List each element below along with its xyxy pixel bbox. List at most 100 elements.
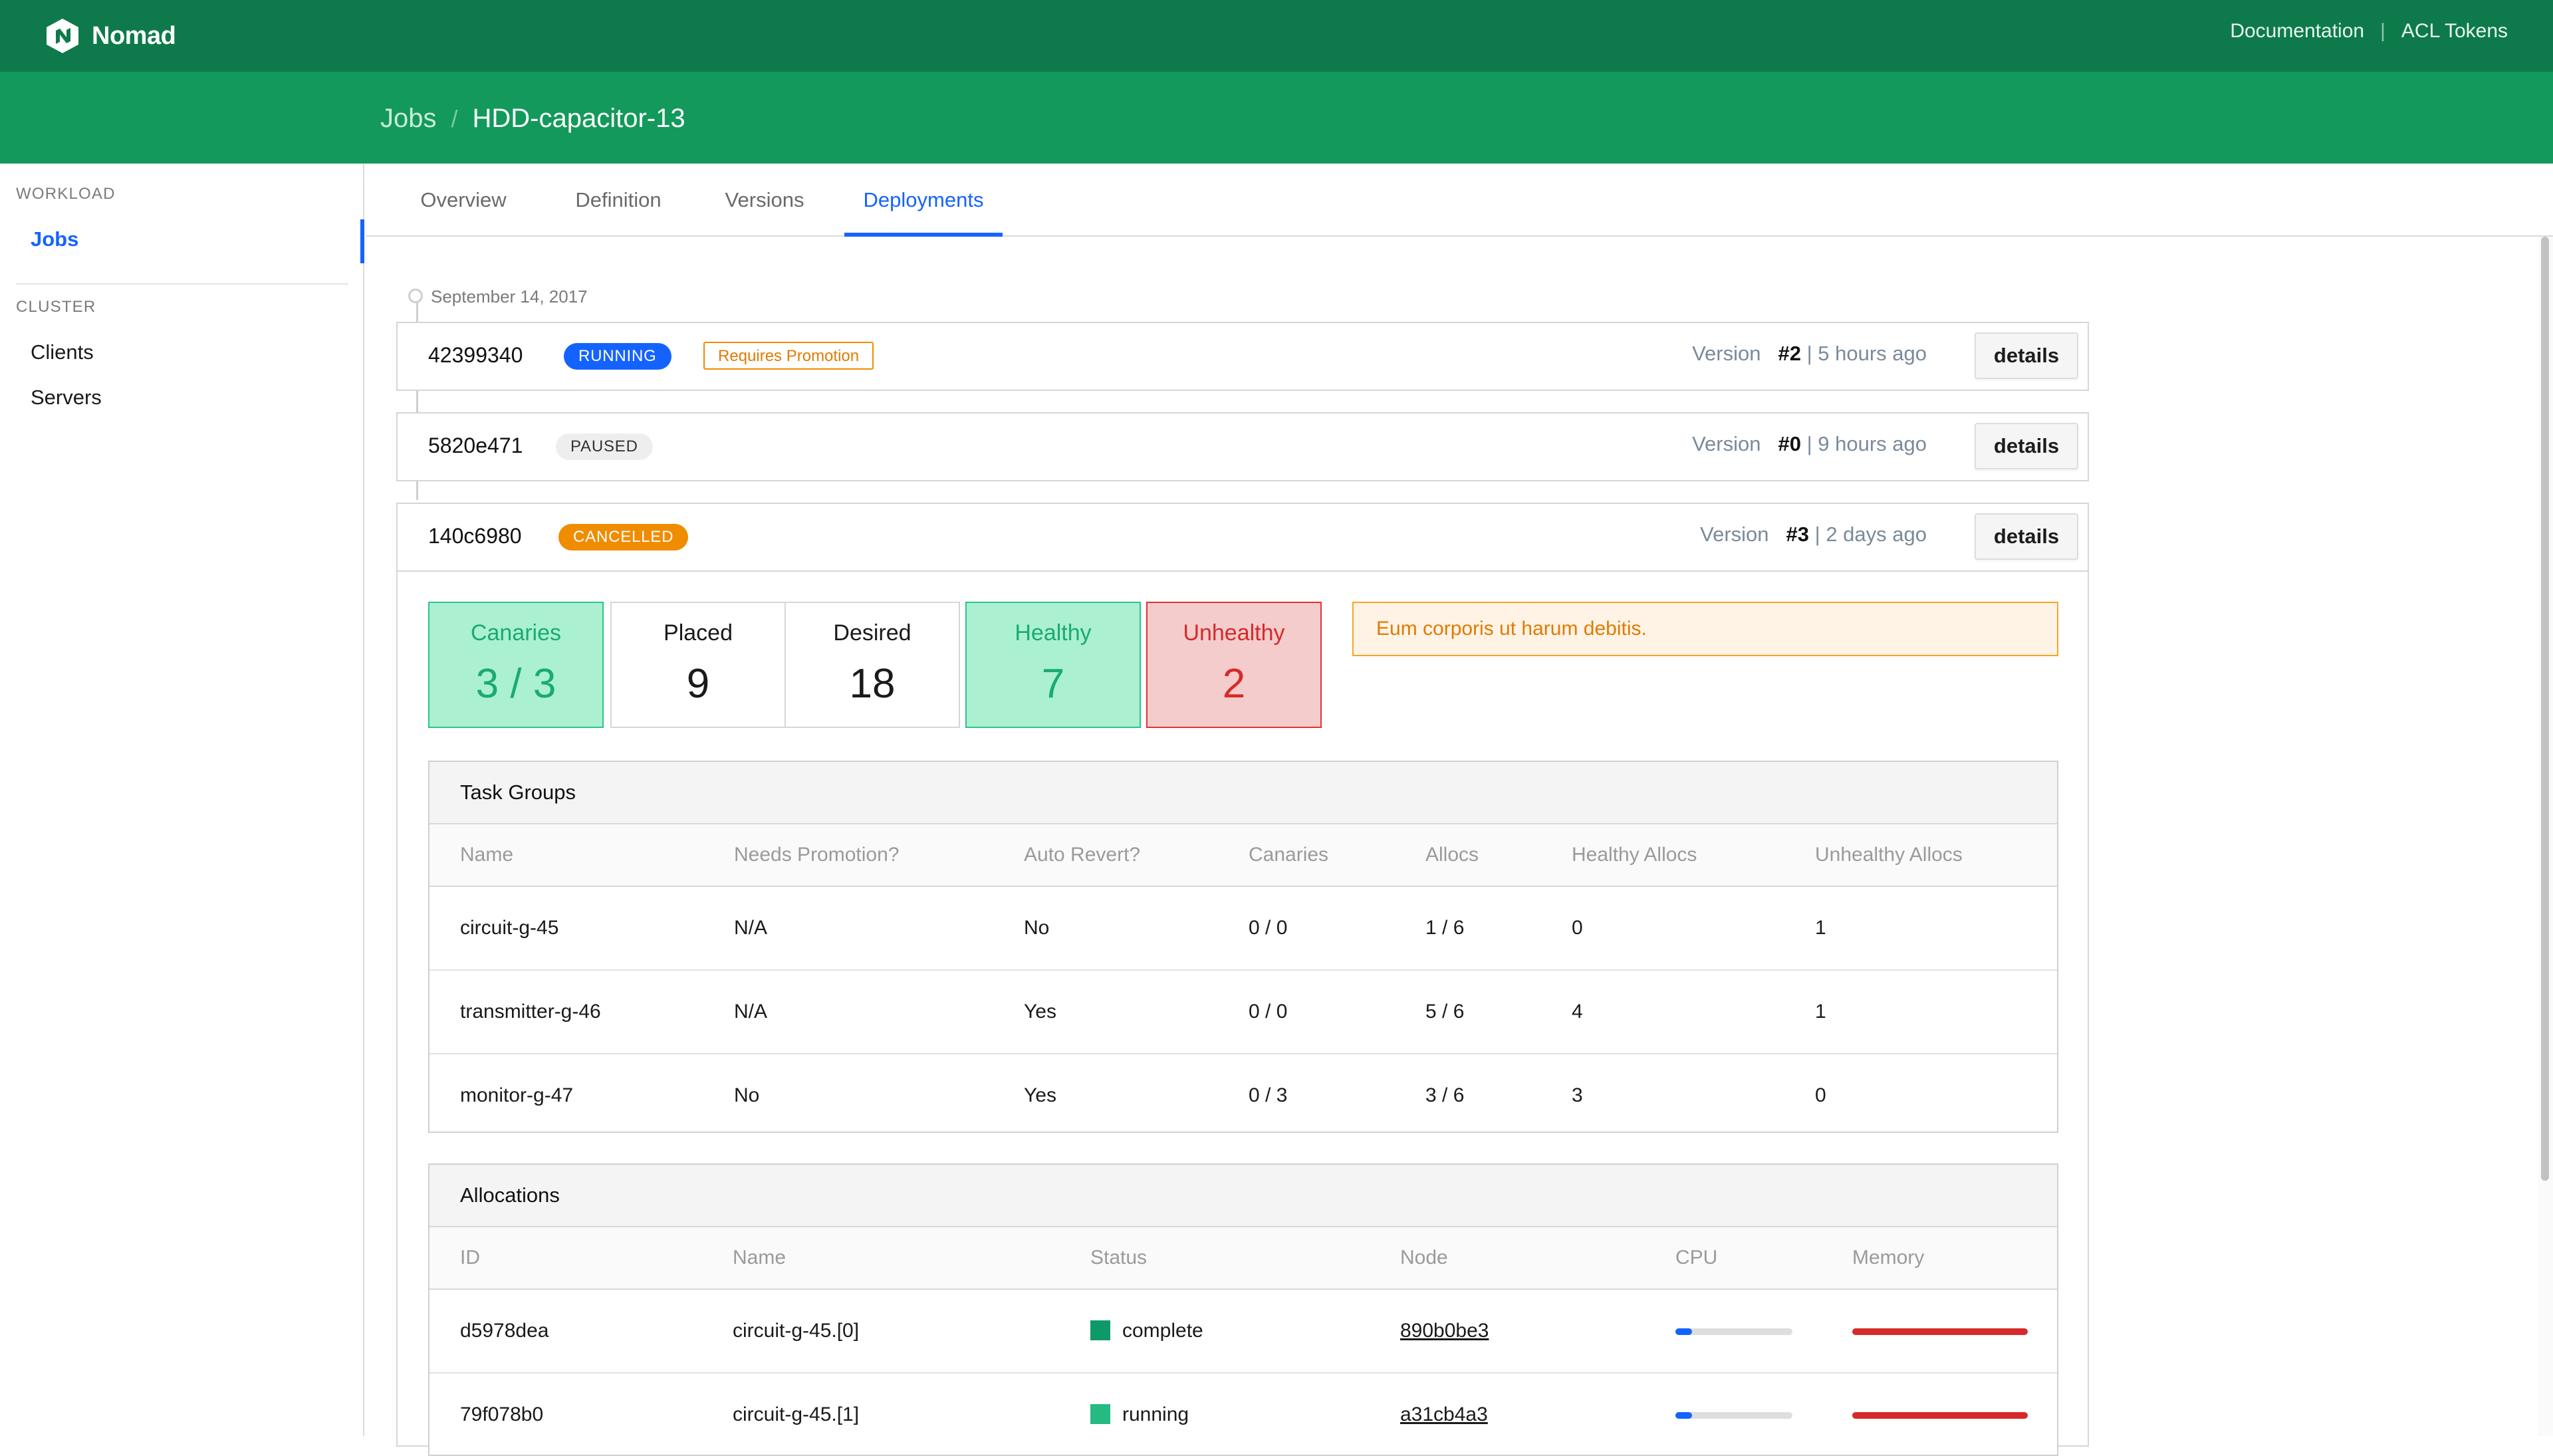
- deployment-notice: Eum corporis ut harum debitis.: [1352, 602, 2058, 656]
- cell-allocs: 3 / 6: [1425, 1084, 1465, 1106]
- column-header[interactable]: Unhealthy Allocs: [1815, 824, 1963, 886]
- column-header[interactable]: Memory: [1852, 1227, 1924, 1288]
- cell-healthy-allocs: 0: [1572, 917, 1583, 939]
- breadcrumb-job-name[interactable]: HDD-capacitor-13: [473, 104, 685, 134]
- status-badge: CANCELLED: [558, 524, 689, 550]
- column-header[interactable]: Allocs: [1425, 824, 1479, 886]
- details-button[interactable]: details: [1975, 423, 2078, 469]
- metric-canaries: Canaries 3 / 3: [428, 602, 604, 728]
- column-header[interactable]: CPU: [1675, 1227, 1717, 1288]
- column-header[interactable]: Auto Revert?: [1024, 824, 1140, 886]
- node-link[interactable]: a31cb4a3: [1400, 1374, 1488, 1456]
- table-row[interactable]: transmitter-g-46 N/A Yes 0 / 0 5 / 6 4 1: [429, 971, 2057, 1054]
- metric-unhealthy: Unhealthy 2: [1146, 602, 1322, 728]
- sidebar-item-jobs[interactable]: Jobs: [31, 227, 78, 251]
- deployment-id: 140c6980: [428, 524, 522, 548]
- deployment-header: 5820e471 PAUSED Version #0 | 9 hours ago …: [398, 414, 2088, 480]
- memory-usage-fill: [1852, 1328, 2028, 1335]
- breadcrumb: Jobs / HDD-capacitor-13: [380, 104, 685, 134]
- table-title: Allocations: [429, 1165, 2057, 1227]
- sidebar-active-indicator: [360, 219, 364, 263]
- column-header[interactable]: Name: [460, 824, 513, 886]
- tab-definition[interactable]: Definition: [556, 164, 681, 237]
- allocation-row[interactable]: d5978dea circuit-g-45.[0] complete 890b0…: [429, 1290, 2057, 1374]
- details-button[interactable]: details: [1975, 513, 2078, 560]
- cell-unhealthy-allocs: 1: [1815, 1001, 1826, 1023]
- deployment-header: 140c6980 CANCELLED Version #3 | 2 days ag…: [398, 504, 2088, 572]
- brand-home-link[interactable]: Nomad: [45, 17, 176, 55]
- column-header[interactable]: Canaries: [1249, 824, 1328, 886]
- cell-canaries: 0 / 0: [1249, 917, 1288, 939]
- tab-deployments[interactable]: Deployments: [844, 164, 1003, 237]
- cpu-usage-fill: [1675, 1412, 1692, 1419]
- app-name: Nomad: [92, 21, 176, 50]
- tab-versions[interactable]: Versions: [710, 164, 819, 237]
- details-button[interactable]: details: [1975, 332, 2078, 379]
- metric-desired: Desired 18: [785, 602, 960, 728]
- allocation-row[interactable]: 79f078b0 circuit-g-45.[1] running a31cb4…: [429, 1374, 2057, 1456]
- table-row[interactable]: monitor-g-47 No Yes 0 / 3 3 / 6 3 0: [429, 1054, 2057, 1137]
- metric-value: 18: [849, 661, 896, 707]
- sidebar-section-cluster: CLUSTER: [16, 298, 96, 316]
- metric-healthy: Healthy 7: [965, 602, 1141, 728]
- memory-usage-bar: [1852, 1328, 2028, 1335]
- cell-needs-promotion: No: [734, 1084, 760, 1106]
- table-row[interactable]: circuit-g-45 N/A No 0 / 0 1 / 6 0 1: [429, 887, 2057, 971]
- cell-auto-revert: Yes: [1024, 1084, 1056, 1106]
- metric-placed: Placed 9: [610, 602, 786, 728]
- cell-status: complete: [1090, 1290, 1203, 1372]
- breadcrumb-jobs-link[interactable]: Jobs: [380, 104, 437, 134]
- cell-allocs: 1 / 6: [1425, 917, 1465, 939]
- deployment-card: 42399340 RUNNING Requires Promotion Vers…: [396, 322, 2089, 391]
- deployment-version: Version #3 | 2 days ago: [1700, 523, 1927, 546]
- status-indicator-icon: [1090, 1404, 1110, 1425]
- cell-unhealthy-allocs: 1: [1815, 917, 1826, 939]
- top-links: Documentation | ACL Tokens: [2230, 20, 2508, 43]
- tab-overview[interactable]: Overview: [400, 164, 527, 237]
- column-header[interactable]: Node: [1400, 1227, 1448, 1288]
- page-scrollbar-thumb[interactable]: [2541, 237, 2549, 1181]
- deployment-id: 42399340: [428, 343, 523, 367]
- status-text: complete: [1122, 1320, 1203, 1342]
- version-age: | 9 hours ago: [1806, 432, 1927, 455]
- allocations-table: Allocations ID Name Status Node CPU Memo…: [428, 1163, 2058, 1456]
- cell-healthy-allocs: 4: [1572, 1001, 1583, 1023]
- cell-status: running: [1090, 1374, 1189, 1456]
- sidebar-item-clients[interactable]: Clients: [31, 340, 94, 364]
- cell-name: monitor-g-47: [460, 1084, 574, 1106]
- task-groups-table: Task Groups Name Needs Promotion? Auto R…: [428, 761, 2058, 1133]
- sidebar-divider: [16, 283, 348, 285]
- timeline-dot: [408, 289, 423, 303]
- status-indicator-icon: [1090, 1320, 1110, 1341]
- column-header[interactable]: Status: [1090, 1227, 1147, 1288]
- deployment-version: Version #2 | 5 hours ago: [1692, 342, 1927, 366]
- column-header[interactable]: ID: [460, 1227, 480, 1288]
- node-link[interactable]: 890b0be3: [1400, 1290, 1489, 1372]
- version-label: Version: [1700, 523, 1769, 546]
- acl-tokens-link[interactable]: ACL Tokens: [2401, 20, 2508, 43]
- cell-auto-revert: No: [1024, 917, 1050, 939]
- cell-unhealthy-allocs: 0: [1815, 1084, 1826, 1106]
- version-label: Version: [1692, 342, 1761, 365]
- documentation-link[interactable]: Documentation: [2230, 20, 2364, 43]
- metric-value: 7: [1041, 661, 1065, 707]
- version-age: | 5 hours ago: [1806, 342, 1927, 365]
- deployment-header: 42399340 RUNNING Requires Promotion Vers…: [398, 323, 2088, 390]
- column-header[interactable]: Needs Promotion?: [734, 824, 899, 886]
- cell-allocation-id[interactable]: 79f078b0: [460, 1374, 543, 1456]
- column-header[interactable]: Name: [733, 1227, 786, 1288]
- column-header[interactable]: Healthy Allocs: [1572, 824, 1697, 886]
- cell-name: circuit-g-45: [460, 917, 559, 939]
- sidebar-item-servers[interactable]: Servers: [31, 386, 102, 410]
- cell-allocation-id[interactable]: d5978dea: [460, 1290, 548, 1372]
- cell-needs-promotion: N/A: [734, 1001, 768, 1023]
- metric-label: Unhealthy: [1183, 620, 1285, 646]
- cell-allocation-name: circuit-g-45.[0]: [733, 1320, 860, 1342]
- status-text: running: [1122, 1403, 1189, 1425]
- cell-auto-revert: Yes: [1024, 1001, 1056, 1023]
- cpu-usage-fill: [1675, 1328, 1692, 1335]
- cell-name: transmitter-g-46: [460, 1001, 601, 1023]
- status-badge: PAUSED: [556, 433, 653, 460]
- nomad-logo-icon: [47, 19, 78, 53]
- version-number: #2: [1778, 342, 1801, 365]
